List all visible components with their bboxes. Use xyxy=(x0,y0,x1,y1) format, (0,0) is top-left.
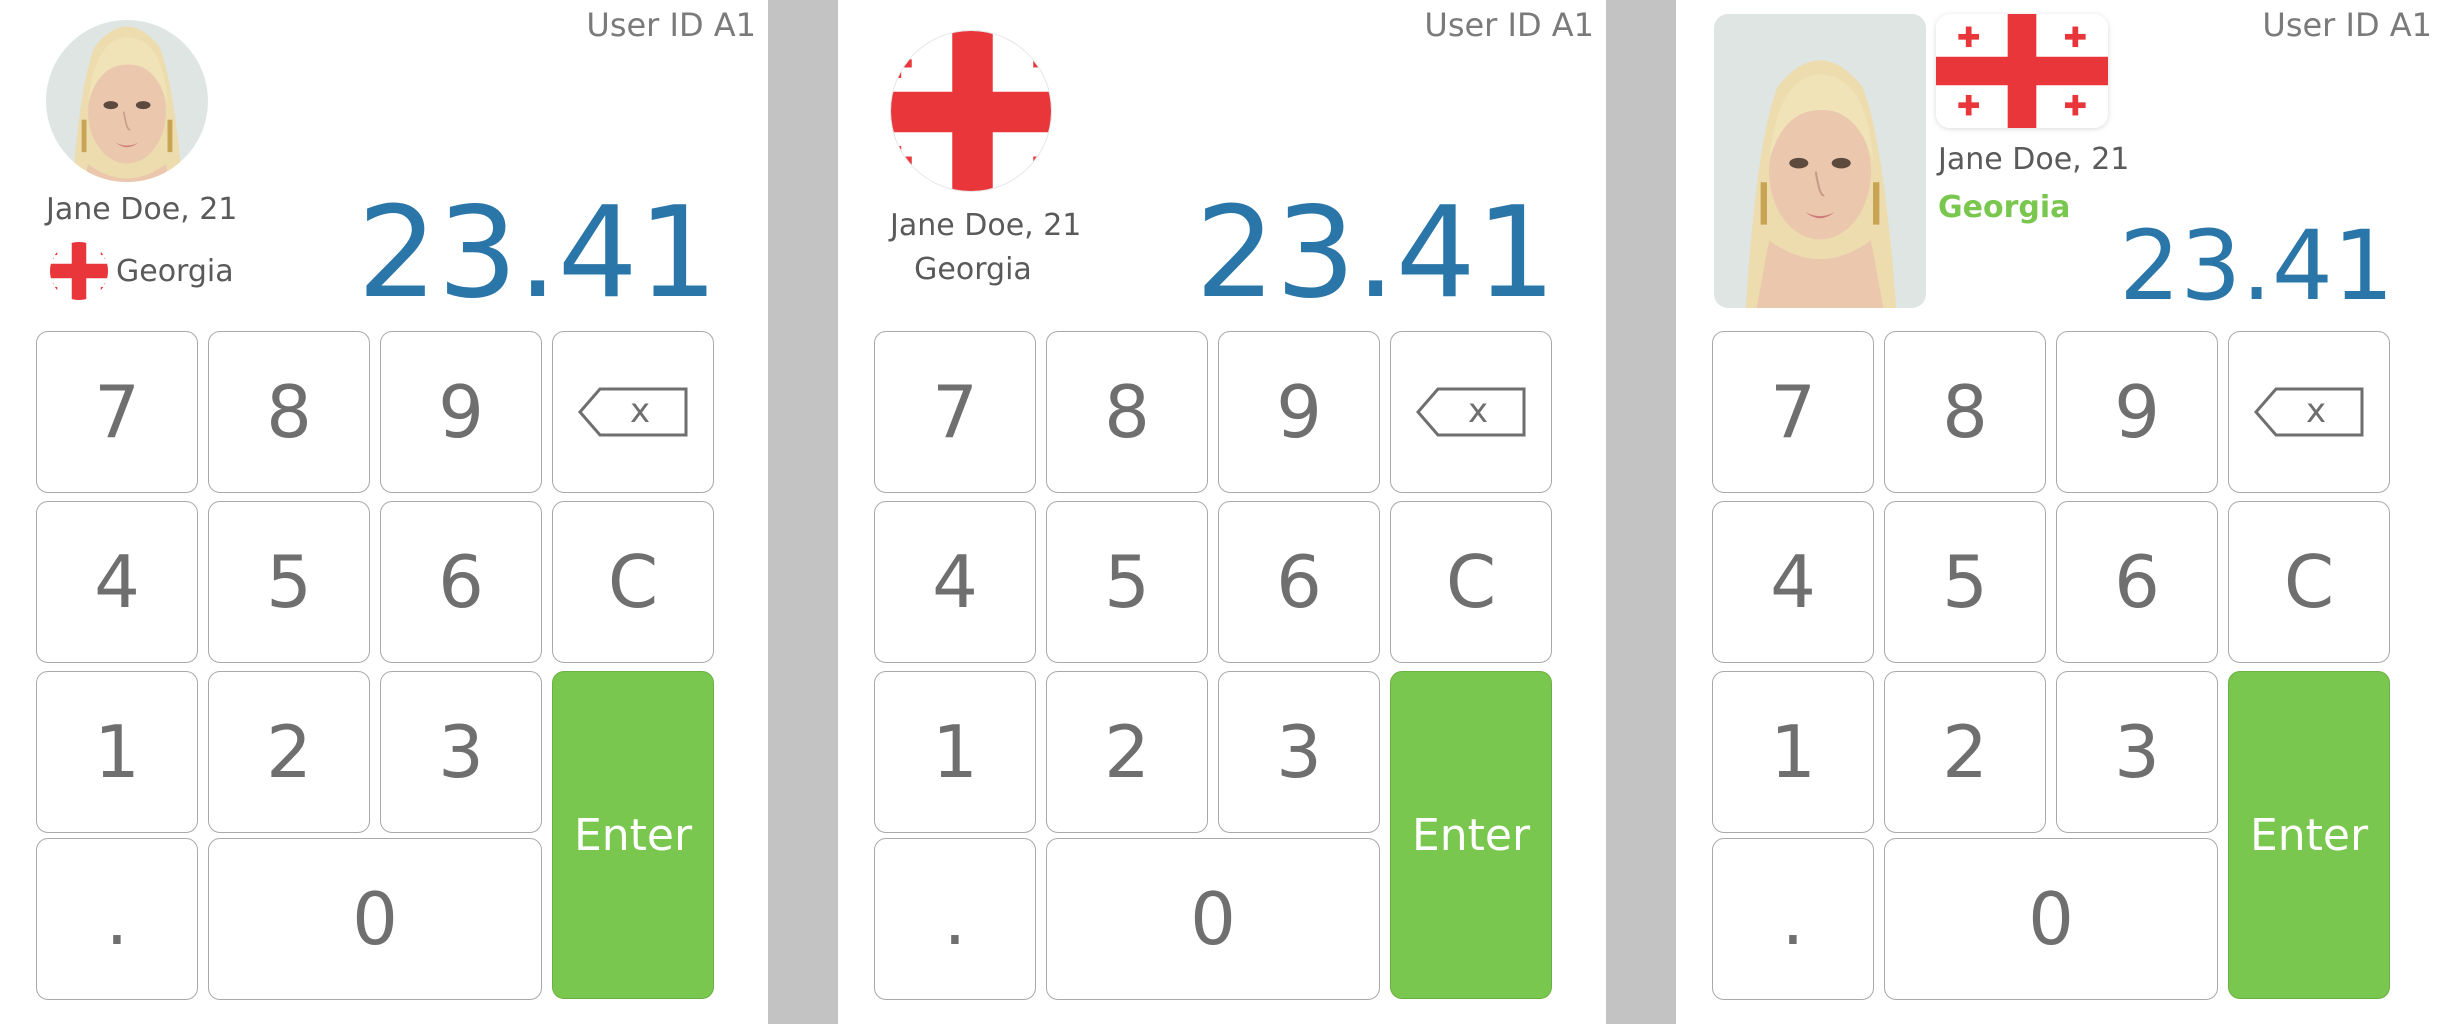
key-decimal[interactable]: . xyxy=(36,838,198,1000)
key-2[interactable]: 2 xyxy=(1884,671,2046,833)
clear-button[interactable]: C xyxy=(552,501,714,663)
key-6[interactable]: 6 xyxy=(2056,501,2218,663)
key-5[interactable]: 5 xyxy=(208,501,370,663)
key-1[interactable]: 1 xyxy=(874,671,1036,833)
amount-display: 23.41 xyxy=(357,179,718,326)
backspace-icon: x xyxy=(2254,387,2364,437)
key-decimal[interactable]: . xyxy=(1712,838,1874,1000)
panel-divider xyxy=(1606,0,1676,1024)
key-4[interactable]: 4 xyxy=(36,501,198,663)
key-6[interactable]: 6 xyxy=(1218,501,1380,663)
key-5[interactable]: 5 xyxy=(1046,501,1208,663)
key-3[interactable]: 3 xyxy=(380,671,542,833)
panel-divider xyxy=(768,0,838,1024)
user-name: Jane Doe, 21 xyxy=(46,192,238,227)
key-5[interactable]: 5 xyxy=(1884,501,2046,663)
key-1[interactable]: 1 xyxy=(36,671,198,833)
amount-display: 23.41 xyxy=(1195,179,1556,326)
georgia-flag-icon xyxy=(1936,14,2108,128)
clear-button[interactable]: C xyxy=(2228,501,2390,663)
enter-button[interactable]: Enter xyxy=(552,671,714,999)
clear-button[interactable]: C xyxy=(1390,501,1552,663)
key-7[interactable]: 7 xyxy=(874,331,1036,493)
key-9[interactable]: 9 xyxy=(380,331,542,493)
georgia-flag-icon xyxy=(50,242,108,300)
user-avatar xyxy=(46,20,208,182)
user-id-label: User ID A1 xyxy=(1424,6,1594,44)
user-name: Jane Doe, 21 xyxy=(890,208,1082,243)
backspace-button[interactable]: x xyxy=(552,331,714,493)
key-2[interactable]: 2 xyxy=(1046,671,1208,833)
key-0[interactable]: 0 xyxy=(208,838,542,1000)
amount-display: 23.41 xyxy=(2119,210,2394,322)
key-7[interactable]: 7 xyxy=(1712,331,1874,493)
enter-button[interactable]: Enter xyxy=(1390,671,1552,999)
key-0[interactable]: 0 xyxy=(1046,838,1380,1000)
enter-button[interactable]: Enter xyxy=(2228,671,2390,999)
key-6[interactable]: 6 xyxy=(380,501,542,663)
key-1[interactable]: 1 xyxy=(1712,671,1874,833)
svg-text:x: x xyxy=(2306,391,2326,431)
user-country: Georgia xyxy=(1938,190,2071,225)
backspace-button[interactable]: x xyxy=(1390,331,1552,493)
georgia-flag-icon xyxy=(890,30,1052,192)
key-4[interactable]: 4 xyxy=(1712,501,1874,663)
keypad-panel-1: User ID A1 Jane Doe, 21 Georgia 23.41 7 … xyxy=(0,0,768,1024)
keypad-panel-2: User ID A1 Jane Doe, 21 Georgia 23.41 7 … xyxy=(838,0,1606,1024)
user-id-label: User ID A1 xyxy=(2262,6,2432,44)
backspace-icon: x xyxy=(1416,387,1526,437)
backspace-button[interactable]: x xyxy=(2228,331,2390,493)
key-9[interactable]: 9 xyxy=(1218,331,1380,493)
user-id-label: User ID A1 xyxy=(586,6,756,44)
user-country: Georgia xyxy=(116,254,234,289)
key-8[interactable]: 8 xyxy=(208,331,370,493)
key-7[interactable]: 7 xyxy=(36,331,198,493)
user-name: Jane Doe, 21 xyxy=(1938,142,2130,177)
key-2[interactable]: 2 xyxy=(208,671,370,833)
svg-text:x: x xyxy=(1468,391,1488,431)
key-0[interactable]: 0 xyxy=(1884,838,2218,1000)
keypad-panel-3: User ID A1 Jane Doe, 21 Georgia 23.41 7 … xyxy=(1676,0,2444,1024)
svg-text:x: x xyxy=(630,391,650,431)
key-8[interactable]: 8 xyxy=(1884,331,2046,493)
backspace-icon: x xyxy=(578,387,688,437)
key-9[interactable]: 9 xyxy=(2056,331,2218,493)
key-decimal[interactable]: . xyxy=(874,838,1036,1000)
key-3[interactable]: 3 xyxy=(1218,671,1380,833)
user-country: Georgia xyxy=(914,252,1032,287)
key-4[interactable]: 4 xyxy=(874,501,1036,663)
key-3[interactable]: 3 xyxy=(2056,671,2218,833)
user-avatar xyxy=(1714,14,1926,308)
key-8[interactable]: 8 xyxy=(1046,331,1208,493)
